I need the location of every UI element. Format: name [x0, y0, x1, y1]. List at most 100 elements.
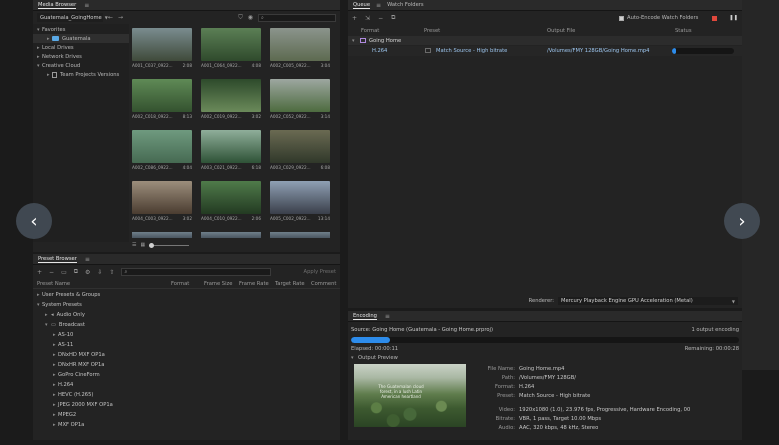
preset-row[interactable]: ▾ ▭ Broadcast — [33, 320, 340, 330]
next-button[interactable]: › — [724, 203, 760, 239]
panel-menu-icon[interactable]: ≡ — [385, 313, 390, 320]
new-group-icon[interactable]: ▭ — [61, 269, 67, 276]
thumbnail-size-slider[interactable] — [149, 242, 190, 248]
clip-preview-image[interactable] — [201, 28, 261, 61]
queue-item-preset[interactable]: Match Source - High bitrate — [436, 48, 507, 54]
preset-row[interactable]: ▸ ◂ Audio Only — [33, 310, 340, 320]
clip-thumbnail[interactable]: A001_C037_0922... 2:08 — [132, 28, 192, 70]
add-source-icon[interactable]: + — [352, 15, 357, 22]
tree-item-favorites[interactable]: ▾ Favorites — [33, 25, 129, 34]
column-frame-size[interactable]: Frame Size — [204, 281, 232, 287]
preset-row[interactable]: ▸ JPEG 2000 MXF OP1a — [33, 400, 340, 410]
clip-thumbnail[interactable]: A004_C003_0922... 3:02 — [132, 181, 192, 223]
auto-encode-checkbox[interactable] — [619, 15, 625, 21]
column-format[interactable]: Format — [361, 28, 379, 34]
preset-row[interactable]: ▸ DNxHR MXF OP1a — [33, 360, 340, 370]
apply-preset-button[interactable]: Apply Preset — [304, 269, 336, 275]
tab-watch-folders[interactable]: Watch Folders — [387, 2, 424, 8]
panel-menu-icon[interactable]: ≡ — [376, 2, 381, 9]
location-dropdown[interactable]: Guatemala_GoingHome ▼ — [37, 13, 108, 22]
clip-preview-image[interactable] — [132, 181, 192, 214]
preset-search-input[interactable]: ⌕ — [121, 268, 272, 276]
collapse-arrow-icon[interactable]: ▾ — [351, 355, 356, 361]
preset-row[interactable]: ▸ DNxHD MXF OP1a — [33, 350, 340, 360]
clip-preview-image[interactable] — [270, 130, 330, 163]
clip-thumbnail[interactable]: A003_C021_0922... 6:18 — [201, 130, 261, 172]
preset-row[interactable]: ▸ MPEG2 — [33, 410, 340, 420]
preset-row[interactable]: ▸ AS-10 — [33, 330, 340, 340]
column-comment[interactable]: Comment — [311, 281, 336, 287]
column-status[interactable]: Status — [675, 28, 692, 34]
preset-browser-title[interactable]: Preset Browser — [38, 256, 77, 263]
previous-button[interactable]: ‹ — [16, 203, 52, 239]
preset-row[interactable]: ▸ MXF OP1a — [33, 420, 340, 430]
duplicate-icon[interactable]: ⧉ — [391, 14, 395, 22]
column-format[interactable]: Format — [171, 281, 189, 287]
import-icon[interactable]: ⇩ — [97, 269, 102, 276]
tree-item-local-drives[interactable]: ▸ Local Drives — [33, 43, 129, 52]
clip-preview-image[interactable] — [132, 130, 192, 163]
column-preset[interactable]: Preset — [424, 28, 440, 34]
clip-thumbnail[interactable]: A002_C052_0922... 3:14 — [270, 79, 330, 121]
duplicate-icon[interactable]: ⧉ — [74, 268, 78, 276]
clip-preview-image[interactable] — [201, 130, 261, 163]
tree-item-creative-cloud[interactable]: ▾ Creative Cloud — [33, 61, 129, 70]
settings-icon[interactable]: ⚙ — [85, 269, 90, 276]
clip-preview-image[interactable] — [270, 28, 330, 61]
slider-handle[interactable] — [149, 242, 155, 248]
view-icon[interactable]: ◉ — [248, 14, 253, 21]
add-preset-icon[interactable]: + — [37, 269, 42, 276]
export-icon[interactable]: ⇧ — [109, 269, 114, 276]
renderer-dropdown[interactable]: Mercury Playback Engine GPU Acceleration… — [558, 297, 738, 305]
tree-item-network-drives[interactable]: ▸ Network Drives — [33, 52, 129, 61]
clip-thumbnail[interactable]: A002_C019_0922... 3:02 — [201, 79, 261, 121]
clip-thumbnail-partial[interactable] — [201, 232, 261, 238]
forward-arrow-icon[interactable]: → — [118, 14, 123, 21]
panel-menu-icon[interactable]: ≡ — [85, 256, 90, 263]
clip-thumbnail-partial[interactable] — [270, 232, 330, 238]
clip-thumbnail[interactable]: A002_C086_0922... 4:04 — [132, 130, 192, 172]
add-output-icon[interactable]: ⇲ — [365, 15, 370, 22]
column-preset-name[interactable]: Preset Name — [37, 281, 70, 287]
collapse-arrow-icon[interactable]: ▾ — [352, 38, 357, 44]
clip-preview-image[interactable] — [132, 79, 192, 112]
clip-thumbnail[interactable]: A002_C018_0922... 8:13 — [132, 79, 192, 121]
column-target-rate[interactable]: Target Rate — [275, 281, 305, 287]
output-preview-toggle[interactable]: ▾ Output Preview — [351, 355, 398, 361]
remove-preset-icon[interactable]: − — [49, 269, 54, 276]
panel-menu-icon[interactable]: ≡ — [84, 2, 89, 9]
preset-row[interactable]: ▸ User Presets & Groups — [33, 290, 340, 300]
pause-queue-button[interactable]: ❚❚ — [729, 15, 738, 21]
column-frame-rate[interactable]: Frame Rate — [239, 281, 269, 287]
collapse-arrow-icon[interactable]: ▾ — [45, 322, 50, 328]
clip-thumbnail[interactable]: A003_C029_0922... 6:08 — [270, 130, 330, 172]
clip-preview-image[interactable] — [132, 28, 192, 61]
tree-item-team-projects[interactable]: ▸ Team Projects Versions — [33, 70, 129, 79]
tab-queue[interactable]: Queue — [353, 2, 371, 9]
clip-preview-image[interactable] — [270, 181, 330, 214]
media-search-input[interactable]: ⌕ — [258, 13, 336, 22]
preset-row[interactable]: ▸ H.264 — [33, 380, 340, 390]
preset-row[interactable]: ▸ GoPro CineForm — [33, 370, 340, 380]
tree-item-guatemala[interactable]: ▸ Guatemala — [33, 34, 129, 43]
media-browser-title[interactable]: Media Browser — [38, 2, 77, 9]
clip-preview-image[interactable] — [270, 79, 330, 112]
queue-item-row[interactable]: H.264 Match Source - High bitrate /Volum… — [348, 46, 742, 56]
clip-thumbnail[interactable]: A001_C064_0922... 4:08 — [201, 28, 261, 70]
expand-arrow-icon[interactable]: ▸ — [45, 312, 50, 318]
queue-item-output[interactable]: /Volumes/FMY 128GB/Going Home.mp4 — [547, 48, 649, 54]
stop-queue-button[interactable] — [712, 15, 718, 21]
column-output-file[interactable]: Output File — [547, 28, 575, 34]
clip-thumbnail[interactable]: A004_C010_0922... 2:06 — [201, 181, 261, 223]
clip-preview-image[interactable] — [201, 181, 261, 214]
icon-view-icon[interactable]: ▦ — [140, 242, 145, 248]
remove-icon[interactable]: − — [378, 15, 383, 22]
clip-thumbnail-partial[interactable] — [132, 232, 192, 238]
preset-row[interactable]: ▸ AS-11 — [33, 340, 340, 350]
queue-group-row[interactable]: ▾ Going Home — [348, 36, 742, 45]
clip-thumbnail[interactable]: A005_C002_0922... 13:14 — [270, 181, 330, 223]
queue-item-format[interactable]: H.264 — [372, 48, 387, 54]
clip-thumbnail[interactable]: A002_C005_0922... 3:04 — [270, 28, 330, 70]
back-arrow-icon[interactable]: ← — [108, 14, 113, 21]
filter-icon[interactable]: ⛉ — [238, 14, 243, 22]
